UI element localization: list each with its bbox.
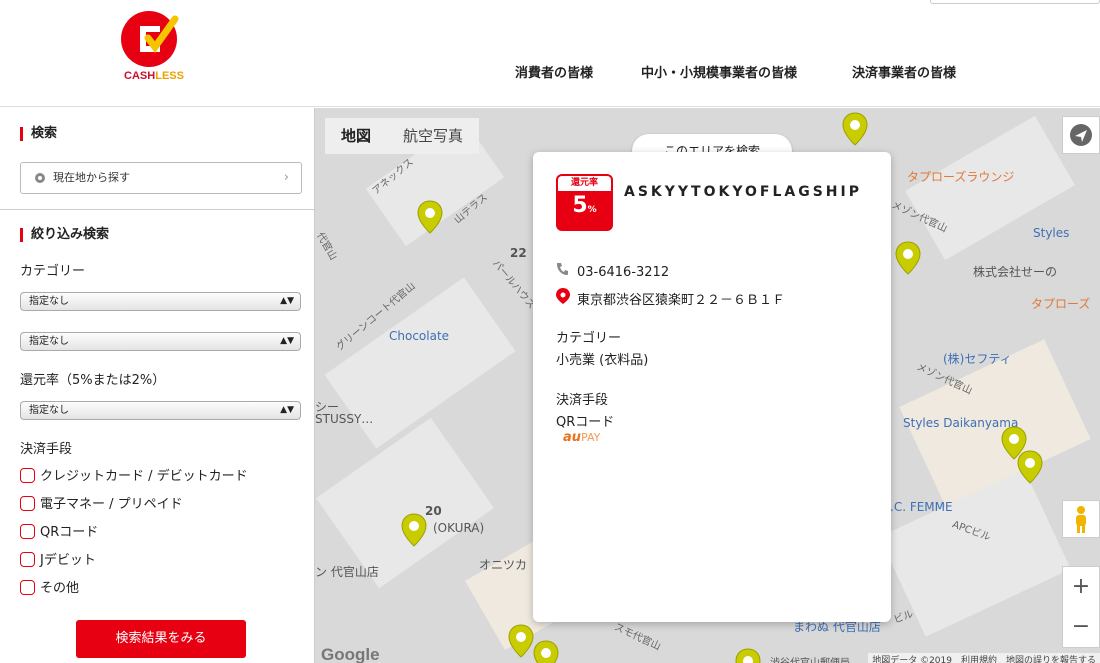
- map-poi-post-office[interactable]: 渋谷代官山郵便局: [770, 654, 850, 663]
- logo-text: CASHLESS: [124, 70, 184, 82]
- map-pin-icon: [556, 288, 572, 308]
- shop-name: ASKYYTOKYOFLAGSHIP: [624, 184, 862, 200]
- payment-option-credit[interactable]: クレジットカード / デビットカード: [20, 467, 248, 486]
- select-arrows-icon: ▲▼: [280, 336, 294, 346]
- tab-aerial[interactable]: 航空写真: [387, 118, 479, 154]
- checkbox[interactable]: [20, 579, 35, 595]
- divider: [0, 209, 315, 210]
- location-icon: [35, 173, 45, 183]
- tab-map[interactable]: 地図: [325, 118, 388, 154]
- map-label: スモ代官山: [612, 621, 663, 653]
- checkbox-label: Jデビット: [40, 553, 96, 568]
- checkbox-label: クレジットカード / デビットカード: [40, 469, 248, 484]
- payment-label: 決済手段: [20, 442, 73, 457]
- map-label: 20: [425, 504, 442, 518]
- map-attribution[interactable]: 地図データ ©2019 利用規約 地図の誤りを報告する: [868, 653, 1100, 663]
- street-view-pegman[interactable]: [1062, 500, 1100, 538]
- current-location-button[interactable]: 現在地から探す ›: [20, 162, 302, 194]
- au-pay-logo: auPAY: [563, 430, 601, 445]
- map-type-tabs: 地図 航空写真: [325, 118, 480, 154]
- category-select-2-value: 指定なし: [29, 336, 69, 347]
- map-poi-semo[interactable]: 株式会社せーの: [973, 263, 1057, 280]
- map-pin-icon[interactable]: [1017, 450, 1043, 484]
- map-pin-icon[interactable]: [735, 648, 761, 663]
- select-arrows-icon: ▲▼: [280, 296, 294, 306]
- map-pin-icon[interactable]: [417, 200, 443, 234]
- payment-value: QRコード: [556, 415, 615, 430]
- top-search-input[interactable]: [930, 0, 1100, 4]
- category-label: カテゴリー: [20, 264, 86, 279]
- cashless-logo[interactable]: CASHLESS: [118, 8, 190, 88]
- zoom-control: + −: [1062, 566, 1100, 648]
- map-pin-icon[interactable]: [508, 624, 534, 658]
- nav-small-businesses[interactable]: 中小・小規模事業者の皆様: [641, 62, 797, 81]
- site-header: CASHLESS 消費者の皆様 中小・小規模事業者の皆様 決済事業者の皆様: [0, 0, 1100, 107]
- google-logo: Google: [321, 645, 380, 663]
- shop-info-popup: 還元率 5% ASKYYTOKYOFLAGSHIP 03-6416-3212 東…: [533, 152, 891, 622]
- search-results-button[interactable]: 検索結果をみる: [76, 620, 246, 658]
- payment-option-other[interactable]: その他: [20, 579, 80, 598]
- category-heading: カテゴリー: [556, 331, 622, 346]
- category-value: 小売業 (衣料品): [556, 353, 649, 368]
- zoom-out-button[interactable]: −: [1063, 607, 1099, 647]
- category-select-1[interactable]: 指定なし ▲▼: [20, 292, 301, 311]
- map-label: ビル: [892, 608, 915, 626]
- checkbox-label: その他: [40, 581, 80, 596]
- payment-option-jdebit[interactable]: Jデビット: [20, 551, 96, 570]
- search-title: 検索: [20, 127, 57, 141]
- map-pin-icon[interactable]: [895, 241, 921, 275]
- phone-number: 03-6416-3212: [577, 265, 670, 280]
- select-arrows-icon: ▲▼: [280, 405, 294, 415]
- map-poi-chocolate[interactable]: Chocolate: [389, 329, 449, 343]
- address-text: 東京都渋谷区猿楽町２２－６Ｂ１Ｆ: [577, 293, 786, 308]
- navigation-arrow-icon: [1070, 124, 1092, 146]
- badge-label: 還元率: [558, 176, 611, 191]
- nav-payment-providers[interactable]: 決済事業者の皆様: [852, 62, 956, 81]
- map-poi-taproom[interactable]: タプローズラウンジ: [907, 168, 1014, 185]
- search-sidebar: 検索 現在地から探す › 絞り込み検索 カテゴリー 指定なし ▲▼ 指定なし ▲▼ …: [0, 108, 315, 663]
- checkbox-label: 電子マネー / プリペイド: [40, 497, 183, 512]
- cashback-rate-badge: 還元率 5%: [556, 174, 613, 231]
- checkbox[interactable]: [20, 467, 35, 483]
- payment-option-emoney[interactable]: 電子マネー / プリペイド: [20, 495, 183, 514]
- checkbox[interactable]: [20, 551, 35, 567]
- map-pin-icon[interactable]: [401, 513, 427, 547]
- rate-select-value: 指定なし: [29, 405, 69, 416]
- map-pin-icon[interactable]: [533, 640, 559, 663]
- map-label: 22: [510, 246, 527, 260]
- payment-heading: 決済手段: [556, 393, 609, 408]
- zoom-in-button[interactable]: +: [1063, 567, 1099, 607]
- map-label: 代官山: [315, 230, 339, 263]
- map-poi-okura[interactable]: (OKURA): [433, 521, 484, 535]
- rate-select[interactable]: 指定なし ▲▼: [20, 401, 301, 420]
- current-location-label: 現在地から探す: [53, 171, 130, 184]
- shop-address: 東京都渋谷区猿楽町２２－６Ｂ１Ｆ: [556, 288, 785, 308]
- pegman-icon: [1076, 506, 1086, 533]
- rate-label: 還元率（5%または2%）: [20, 373, 166, 388]
- checkbox[interactable]: [20, 495, 35, 511]
- map-poi-styles[interactable]: Styles: [1033, 226, 1069, 240]
- map-poi-sefuti[interactable]: (株)セフティ: [943, 350, 1012, 367]
- badge-rate: 5%: [572, 193, 597, 218]
- payment-option-qr[interactable]: QRコード: [20, 523, 99, 542]
- filter-title: 絞り込み検索: [20, 228, 109, 242]
- map-poi-taproom-2[interactable]: タプローズ: [1031, 295, 1090, 312]
- category-select-1-value: 指定なし: [29, 296, 69, 307]
- map-poi-shop-daikanyama[interactable]: ン 代官山店: [315, 563, 379, 580]
- checkbox-label: QRコード: [40, 525, 99, 540]
- checkbox[interactable]: [20, 523, 35, 539]
- map-pin-icon[interactable]: [842, 112, 868, 146]
- category-select-2[interactable]: 指定なし ▲▼: [20, 332, 301, 351]
- nav-consumers[interactable]: 消費者の皆様: [515, 62, 593, 81]
- shop-phone: 03-6416-3212: [556, 262, 669, 280]
- locate-me-button[interactable]: [1062, 116, 1100, 154]
- phone-icon: [556, 262, 572, 280]
- map-poi-stussy-2[interactable]: STUSSY…: [315, 412, 373, 426]
- map-poi-onitsuka[interactable]: オニツカ: [479, 556, 527, 573]
- map-poi-cfemme[interactable]: .C. FEMME: [890, 500, 953, 514]
- chevron-right-icon: ›: [283, 170, 289, 185]
